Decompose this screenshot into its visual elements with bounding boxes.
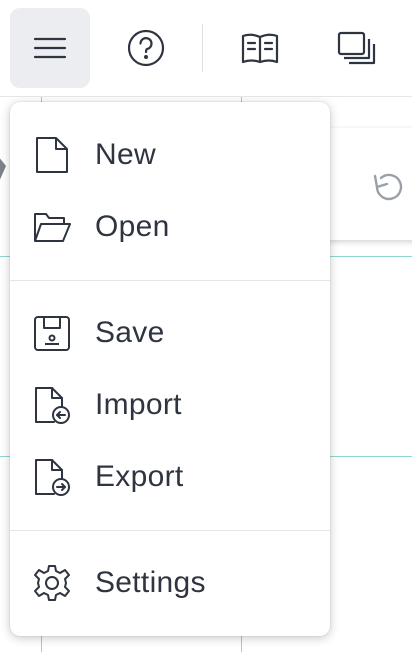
- menu-item-label: Settings: [95, 566, 206, 599]
- undo-icon[interactable]: [366, 164, 410, 208]
- toolbar-separator: [202, 24, 203, 72]
- main-menu-dropdown: New Open Save Import Export Settings: [10, 102, 330, 636]
- menu-item-label: New: [95, 138, 156, 171]
- gear-icon: [32, 563, 72, 603]
- menu-item-new[interactable]: New: [10, 119, 330, 191]
- help-button[interactable]: [106, 8, 186, 88]
- point-marker-icon: [0, 152, 8, 192]
- layers-button[interactable]: [316, 8, 396, 88]
- menu-divider: [10, 530, 330, 531]
- import-icon: [32, 385, 72, 425]
- menu-item-open[interactable]: Open: [10, 191, 330, 263]
- help-icon: [126, 28, 166, 68]
- save-icon: [32, 313, 72, 353]
- menu-item-save[interactable]: Save: [10, 297, 330, 369]
- menu-item-label: Save: [95, 316, 165, 349]
- folder-open-icon: [32, 207, 72, 247]
- book-icon: [240, 28, 280, 68]
- file-icon: [32, 135, 72, 175]
- layers-icon: [336, 28, 376, 68]
- main-menu-button[interactable]: [10, 8, 90, 88]
- hamburger-menu-icon: [32, 30, 68, 66]
- menu-item-label: Open: [95, 210, 170, 243]
- menu-item-settings[interactable]: Settings: [10, 547, 330, 619]
- library-button[interactable]: [220, 8, 300, 88]
- menu-divider: [10, 280, 330, 281]
- menu-item-label: Import: [95, 388, 182, 421]
- export-icon: [32, 457, 72, 497]
- toolbar: [0, 0, 412, 97]
- menu-item-export[interactable]: Export: [10, 441, 330, 513]
- menu-item-import[interactable]: Import: [10, 369, 330, 441]
- menu-item-label: Export: [95, 460, 184, 493]
